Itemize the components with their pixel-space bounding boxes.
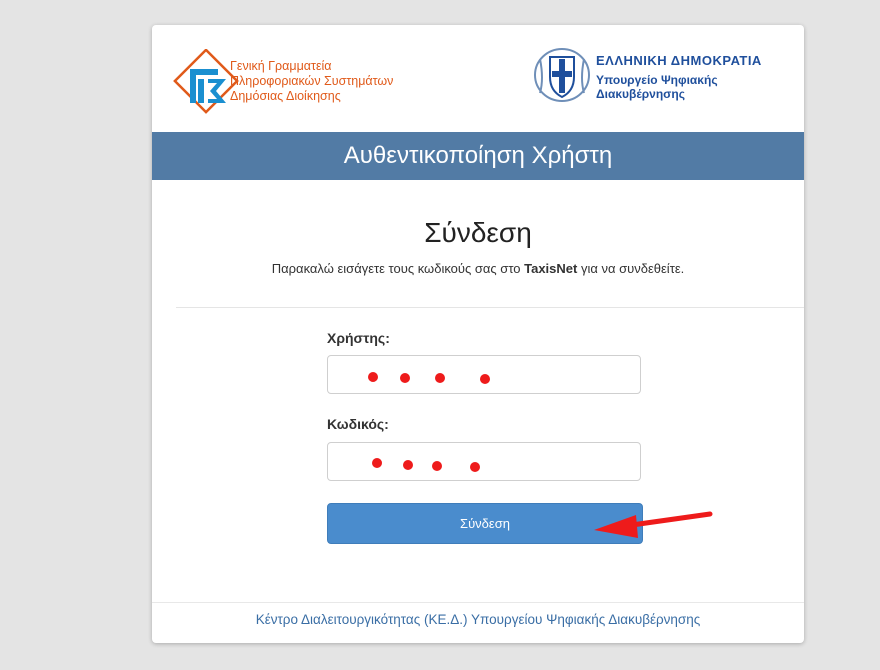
redaction-dot — [480, 374, 490, 384]
footer-divider — [152, 602, 804, 603]
redaction-dot — [400, 373, 410, 383]
instruction-suffix: για να συνδεθείτε. — [577, 261, 685, 276]
left-logo-line-2: Πληροφοριακών Συστημάτων — [230, 74, 394, 88]
username-field[interactable] — [327, 355, 641, 394]
password-field[interactable] — [327, 442, 641, 481]
greek-coat-of-arms-icon — [534, 48, 590, 102]
ministry-title: ΕΛΛΗΝΙΚΗ ΔΗΜΟΚΡΑΤΙΑ — [596, 53, 762, 68]
instruction-prefix: Παρακαλώ εισάγετε τους κωδικούς σας στο — [271, 261, 525, 276]
redaction-dot — [432, 461, 442, 471]
left-logo-line-3: Δημόσιας Διοίκησης — [230, 89, 341, 103]
ggpsdd-logo-text: Γενική Γραμματεία Πληροφοριακών Συστημάτ… — [230, 59, 393, 104]
header: Γενική Γραμματεία Πληροφοριακών Συστημάτ… — [152, 25, 804, 132]
redaction-dot — [470, 462, 480, 472]
login-instruction: Παρακαλώ εισάγετε τους κωδικούς σας στο … — [152, 261, 804, 276]
page-banner: Αυθεντικοποίηση Χρήστη — [152, 132, 804, 180]
ministry-subtitle-line-2: Διακυβέρνησης — [596, 87, 685, 101]
login-heading: Σύνδεση — [424, 217, 532, 248]
username-label: Χρήστης: — [327, 330, 390, 346]
footer-link[interactable]: Κέντρο Διαλειτουργικότητας (ΚΕ.Δ.) Υπουρ… — [152, 612, 804, 627]
left-logo-line-1: Γενική Γραμματεία — [230, 59, 332, 73]
password-label: Κωδικός: — [327, 416, 389, 432]
redaction-dot — [403, 460, 413, 470]
login-card: Γενική Γραμματεία Πληροφοριακών Συστημάτ… — [152, 25, 804, 643]
redaction-dot — [368, 372, 378, 382]
instruction-brand: TaxisNet — [524, 261, 578, 276]
redaction-dot — [372, 458, 382, 468]
ministry-subtitle-line-1: Υπουργείο Ψηφιακής — [596, 73, 718, 87]
red-arrow-annotation-icon — [594, 511, 713, 538]
divider — [176, 307, 804, 308]
ministry-subtitle: Υπουργείο Ψηφιακής Διακυβέρνησης — [596, 73, 718, 101]
redaction-dot — [435, 373, 445, 383]
